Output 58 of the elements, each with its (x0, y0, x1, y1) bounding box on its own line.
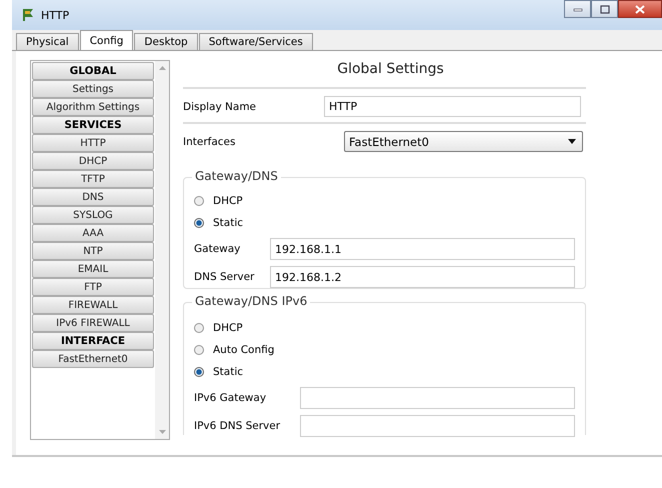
sidebar-item[interactable]: FIREWALL (32, 296, 154, 314)
radio-label: DHCP (213, 322, 243, 334)
radio-button[interactable] (194, 345, 204, 355)
sidebar-item[interactable]: TFTP (32, 170, 154, 188)
sidebar-item[interactable]: DNS (32, 188, 154, 206)
tab[interactable]: Physical (16, 33, 79, 50)
close-icon (635, 4, 645, 14)
window-title: HTTP (41, 8, 70, 22)
tab[interactable]: Config (80, 30, 134, 50)
sidebar-item[interactable]: HTTP (32, 134, 154, 152)
group-title: Gateway/DNS IPv6 (192, 294, 310, 308)
sidebar-item[interactable]: IPv6 FIREWALL (32, 314, 154, 332)
radio-label: Static (213, 217, 244, 229)
group-title: Gateway/DNS (192, 169, 281, 183)
display-name-field[interactable]: HTTP (324, 96, 581, 117)
sidebar-header[interactable]: GLOBAL (32, 62, 154, 80)
radio-label: DHCP (213, 195, 243, 207)
radio-button[interactable] (194, 323, 204, 333)
close-button[interactable] (618, 0, 662, 18)
minimize-button[interactable] (564, 0, 591, 18)
radio-label: Auto Config (213, 344, 274, 356)
sidebar-item[interactable]: SYSLOG (32, 206, 154, 224)
sidebar-item[interactable]: Algorithm Settings (32, 98, 154, 116)
field-label: Interfaces (183, 136, 236, 148)
app-icon (20, 8, 36, 22)
maximize-icon (600, 4, 610, 14)
input-field[interactable] (300, 415, 575, 437)
panel-title: Global Settings (336, 60, 445, 79)
sidebar-header[interactable]: SERVICES (32, 116, 154, 134)
maximize-button[interactable] (591, 0, 618, 18)
minimize-icon (572, 6, 582, 12)
radio-button[interactable] (194, 218, 204, 228)
scrollbar[interactable] (155, 61, 169, 439)
input-field[interactable]: 192.168.1.2 (270, 266, 575, 288)
radio-label: Static (213, 366, 244, 378)
field-label: IPv6 Gateway (194, 392, 268, 404)
sidebar-item[interactable]: Settings (32, 80, 154, 98)
tab[interactable]: Desktop (134, 33, 198, 50)
sidebar-item[interactable]: FastEthernet0 (32, 350, 154, 368)
sidebar-item[interactable]: FTP (32, 278, 154, 296)
field-label: DNS Server (194, 271, 256, 283)
sidebar-item[interactable]: NTP (32, 242, 154, 260)
field-label: IPv6 DNS Server (194, 420, 282, 432)
sidebar-header[interactable]: INTERFACE (32, 332, 154, 350)
input-field[interactable] (300, 387, 575, 409)
radio-button[interactable] (194, 367, 204, 377)
dropdown-caret-icon (568, 139, 576, 144)
field-label: Display Name (183, 100, 258, 112)
sidebar-item[interactable]: EMAIL (32, 260, 154, 278)
scroll-down-icon[interactable] (158, 430, 166, 434)
field-label: Gateway (194, 243, 242, 255)
sidebar-item[interactable]: DHCP (32, 152, 154, 170)
sidebar-item[interactable]: AAA (32, 224, 154, 242)
input-field[interactable]: 192.168.1.1 (270, 238, 575, 260)
radio-button[interactable] (194, 196, 204, 206)
interfaces-dropdown[interactable]: FastEthernet0 (344, 131, 583, 152)
tab[interactable]: Software/Services (198, 33, 313, 50)
scroll-up-icon[interactable] (158, 66, 166, 70)
